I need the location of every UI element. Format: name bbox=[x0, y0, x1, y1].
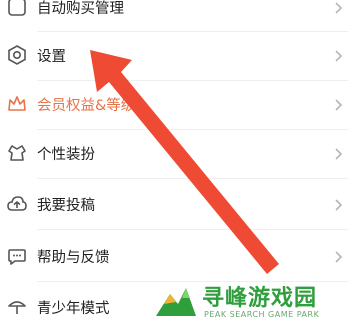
watermark: 寻峰游戏园 PEAK SEARCH GAME PARK bbox=[148, 276, 348, 326]
chevron-right-icon bbox=[332, 146, 344, 160]
watermark-subtitle: PEAK SEARCH GAME PARK bbox=[204, 310, 320, 319]
help-feedback-icon bbox=[6, 245, 28, 267]
menu-item-label: 帮助与反馈 bbox=[37, 249, 110, 266]
chevron-right-icon bbox=[332, 249, 344, 263]
chevron-right-icon bbox=[332, 0, 344, 14]
menu-item-label: 自动购买管理 bbox=[37, 0, 124, 17]
divider bbox=[37, 229, 348, 230]
chevron-right-icon bbox=[332, 97, 344, 111]
settings-icon bbox=[6, 44, 28, 66]
menu-item-label: 青少年模式 bbox=[37, 300, 110, 317]
chevron-right-icon bbox=[332, 48, 344, 62]
menu-item-help-feedback[interactable]: 帮助与反馈 bbox=[0, 231, 348, 281]
menu-item-auto-buy[interactable]: 自动购买管理 bbox=[0, 0, 348, 32]
menu-item-label: 设置 bbox=[37, 48, 66, 65]
crown-icon bbox=[6, 93, 28, 115]
watermark-title: 寻峰游戏园 bbox=[202, 286, 318, 311]
youth-mode-icon bbox=[6, 296, 28, 318]
menu-item-label: 会员权益&等级 bbox=[37, 97, 136, 114]
chevron-right-icon bbox=[332, 197, 344, 211]
menu-item-label: 个性装扮 bbox=[37, 146, 95, 163]
menu-item-label: 我要投稿 bbox=[37, 197, 95, 214]
personalization-icon bbox=[6, 142, 28, 164]
auto-buy-icon bbox=[6, 0, 28, 18]
mountain-logo-icon bbox=[156, 288, 196, 316]
upload-icon bbox=[6, 193, 28, 215]
menu-item-upload[interactable]: 我要投稿 bbox=[0, 179, 348, 229]
menu-item-settings[interactable]: 设置 bbox=[0, 30, 348, 80]
menu-item-personalization[interactable]: 个性装扮 bbox=[0, 128, 348, 178]
menu-item-membership[interactable]: 会员权益&等级 bbox=[0, 79, 348, 129]
